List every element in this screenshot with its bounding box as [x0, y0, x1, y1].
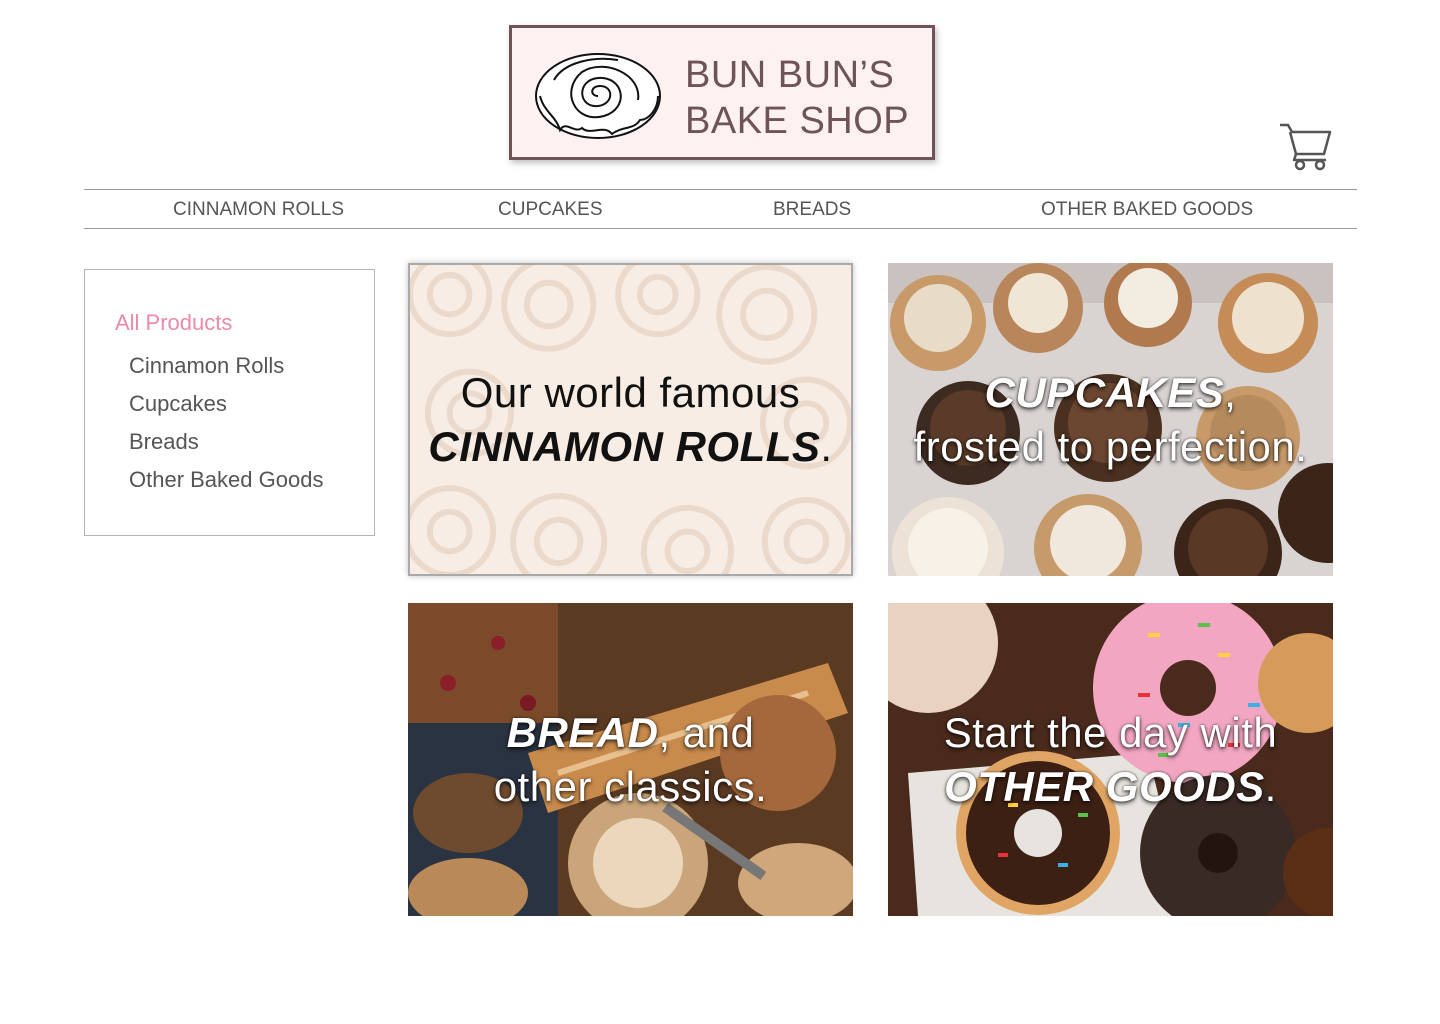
tile-caption: Start the day with OTHER GOODS. — [888, 706, 1333, 814]
caption-suffix: , — [1224, 368, 1237, 416]
shopping-cart-icon[interactable] — [1278, 120, 1334, 172]
brand-line-2: BAKE SHOP — [685, 100, 910, 142]
caption-suffix: , and — [658, 708, 755, 756]
caption-line-2: other classics. — [493, 762, 768, 810]
caption-emphasis: BREAD — [506, 708, 659, 756]
brand-line-1: BUN BUN’S — [685, 54, 895, 96]
tile-caption: CUPCAKES, frosted to perfection. — [888, 366, 1333, 474]
sidebar-item-all-products[interactable]: All Products — [115, 310, 232, 336]
nav-item-cinnamon-rolls[interactable]: CINNAMON ROLLS — [173, 190, 344, 228]
tile-cinnamon-rolls[interactable]: Our world famous CINNAMON ROLLS. — [408, 263, 853, 576]
caption-emphasis: CINNAMON ROLLS — [428, 422, 821, 470]
main-nav: CINNAMON ROLLS CUPCAKES BREADS OTHER BAK… — [84, 189, 1357, 229]
tile-breads[interactable]: BREAD, and other classics. — [408, 603, 853, 916]
caption-emphasis: OTHER GOODS — [944, 762, 1265, 810]
sidebar-item-cupcakes[interactable]: Cupcakes — [129, 390, 323, 428]
brand-name: BUN BUN’S BAKE SHOP — [685, 52, 909, 144]
category-sidebar: All Products Cinnamon Rolls Cupcakes Bre… — [84, 269, 375, 536]
sidebar-item-breads[interactable]: Breads — [129, 428, 323, 466]
sidebar-item-cinnamon-rolls[interactable]: Cinnamon Rolls — [129, 352, 323, 390]
nav-item-other-baked-goods[interactable]: OTHER BAKED GOODS — [1041, 190, 1253, 228]
caption-line-1: BREAD, and — [408, 706, 853, 760]
tile-other-goods[interactable]: Start the day with OTHER GOODS. — [888, 603, 1333, 916]
caption-suffix: . — [1264, 762, 1277, 810]
caption-line-1: Our world famous — [460, 368, 801, 416]
caption-line-1: CUPCAKES, — [888, 366, 1333, 420]
sidebar-item-other-baked-goods[interactable]: Other Baked Goods — [129, 466, 323, 504]
caption-line-1: Start the day with — [943, 708, 1278, 756]
tile-caption: Our world famous CINNAMON ROLLS. — [410, 366, 851, 474]
caption-line-2: CINNAMON ROLLS. — [410, 420, 851, 474]
caption-suffix: . — [820, 422, 833, 470]
caption-line-2: OTHER GOODS. — [888, 760, 1333, 814]
caption-emphasis: CUPCAKES — [984, 368, 1225, 416]
tile-cupcakes[interactable]: CUPCAKES, frosted to perfection. — [888, 263, 1333, 576]
sidebar-list: Cinnamon Rolls Cupcakes Breads Other Bak… — [129, 352, 323, 504]
nav-item-breads[interactable]: BREADS — [773, 190, 851, 228]
nav-item-cupcakes[interactable]: CUPCAKES — [498, 190, 603, 228]
cinnamon-roll-icon — [535, 53, 661, 139]
tile-caption: BREAD, and other classics. — [408, 706, 853, 814]
caption-line-2: frosted to perfection. — [913, 422, 1308, 470]
brand-logo[interactable]: BUN BUN’S BAKE SHOP — [509, 25, 935, 160]
